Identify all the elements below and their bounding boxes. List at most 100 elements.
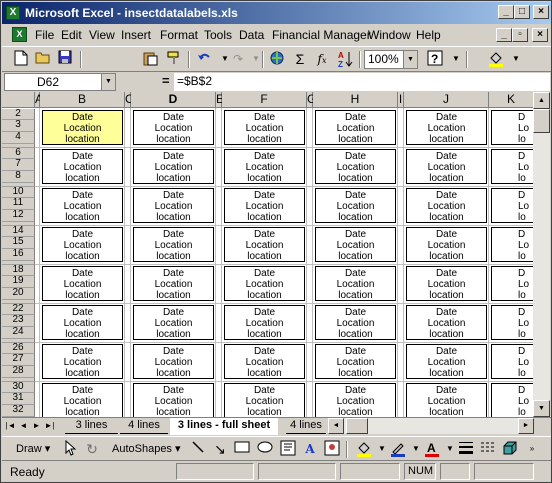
mailing-label-cell[interactable]: Date Location location bbox=[315, 149, 396, 184]
row-header[interactable]: 22 bbox=[2, 304, 35, 315]
mailing-label-cell[interactable]: Date Location location bbox=[133, 227, 214, 262]
autosum-icon[interactable]: Σ bbox=[290, 50, 310, 69]
row-header[interactable]: 11 bbox=[2, 198, 35, 210]
paste-icon[interactable] bbox=[140, 50, 160, 69]
mailing-label-cell[interactable]: Date Location location bbox=[406, 110, 487, 145]
formula-input[interactable]: =$B$2 bbox=[174, 73, 550, 91]
row-header[interactable]: 24 bbox=[2, 327, 35, 339]
mailing-label-cell[interactable]: Date Location location bbox=[42, 266, 123, 301]
sheet-tab-4-lines-2[interactable]: 4 lines bbox=[286, 418, 326, 434]
row-header[interactable]: 6 bbox=[2, 148, 35, 159]
mailing-label-cell[interactable]: Date Location location bbox=[406, 188, 487, 223]
chevron-down-icon[interactable]: ▼ bbox=[101, 74, 115, 90]
mailing-label-cell[interactable]: D Lo lo bbox=[491, 188, 533, 223]
menu-file[interactable]: File bbox=[35, 28, 54, 42]
row-header[interactable]: 26 bbox=[2, 343, 35, 354]
mailing-label-cell[interactable]: Date Location location bbox=[224, 305, 305, 340]
line-style-icon[interactable] bbox=[456, 440, 476, 459]
select-all-corner[interactable] bbox=[2, 92, 35, 108]
3d-style-icon[interactable] bbox=[500, 440, 520, 459]
dash-style-icon[interactable] bbox=[478, 440, 498, 459]
mailing-label-cell[interactable]: D Lo lo bbox=[491, 305, 533, 340]
function-icon[interactable]: fx bbox=[312, 50, 332, 69]
mailing-label-cell[interactable]: Date Location location bbox=[406, 266, 487, 301]
row-header[interactable]: 16 bbox=[2, 249, 35, 261]
mailing-label-cell[interactable]: Date Location location bbox=[315, 110, 396, 145]
wordart-icon[interactable]: A bbox=[300, 440, 320, 459]
open-folder-icon[interactable] bbox=[33, 50, 53, 69]
mailing-label-cell[interactable]: Date Location location bbox=[406, 305, 487, 340]
mailing-label-cell[interactable]: Date Location location bbox=[133, 149, 214, 184]
row-header[interactable]: 20 bbox=[2, 288, 35, 300]
column-header[interactable]: B bbox=[40, 92, 125, 108]
mailing-label-cell[interactable]: Date Location location bbox=[133, 344, 214, 379]
excel-app-icon[interactable]: X bbox=[6, 6, 20, 20]
row-header[interactable]: 8 bbox=[2, 171, 35, 183]
menu-financial-manager[interactable]: Financial Manager bbox=[272, 28, 371, 42]
mailing-label-cell[interactable]: D Lo lo bbox=[491, 266, 533, 301]
mailing-label-cell[interactable]: Date Location location bbox=[406, 344, 487, 379]
redo-icon[interactable]: ↷ bbox=[228, 50, 248, 69]
last-sheet-icon[interactable]: ►| bbox=[44, 419, 55, 433]
row-header[interactable]: 31 bbox=[2, 393, 35, 405]
mailing-label-cell[interactable]: Date Location location bbox=[315, 383, 396, 417]
menu-help[interactable]: Help bbox=[416, 28, 441, 42]
workbook-icon[interactable]: X bbox=[12, 27, 27, 42]
row-header[interactable]: 19 bbox=[2, 276, 35, 288]
mailing-label-cell[interactable]: Date Location location bbox=[315, 227, 396, 262]
first-sheet-icon[interactable]: |◄ bbox=[5, 419, 16, 433]
worksheet-grid[interactable]: A B C D E F G H I J K 2 3 4 Date Location location Date Lo… bbox=[2, 92, 533, 417]
mailing-label-cell[interactable]: Date Location location bbox=[133, 305, 214, 340]
fill-color-dropdown-icon[interactable]: ▼ bbox=[506, 50, 526, 69]
row-header[interactable]: 2 bbox=[2, 109, 35, 120]
workbook-close-button[interactable]: × bbox=[532, 28, 548, 42]
mailing-label-cell[interactable]: Date Location location bbox=[224, 110, 305, 145]
mailing-label-cell[interactable]: Date Location location bbox=[42, 110, 123, 145]
column-header[interactable]: F bbox=[222, 92, 307, 108]
mailing-label-cell[interactable]: Date Location location bbox=[406, 149, 487, 184]
draw-menu-button[interactable]: Draw ▾ bbox=[16, 440, 50, 459]
row-header[interactable]: 12 bbox=[2, 210, 35, 222]
fill-color-icon[interactable] bbox=[354, 440, 374, 459]
mailing-label-cell[interactable]: Date Location location bbox=[224, 149, 305, 184]
name-box[interactable]: D62 ▼ bbox=[4, 73, 116, 91]
workbook-minimize-button[interactable]: _ bbox=[496, 28, 512, 42]
mailing-label-cell[interactable]: Date Location location bbox=[406, 227, 487, 262]
arrow-tool-icon[interactable]: ↘ bbox=[210, 440, 230, 459]
mailing-label-cell[interactable]: Date Location location bbox=[42, 344, 123, 379]
workbook-restore-button[interactable]: ▫ bbox=[512, 28, 528, 42]
row-header[interactable]: 3 bbox=[2, 120, 35, 132]
column-header[interactable]: J bbox=[404, 92, 489, 108]
insert-hyperlink-icon[interactable] bbox=[267, 50, 287, 69]
mailing-label-cell[interactable]: Date Location location bbox=[42, 227, 123, 262]
new-document-icon[interactable] bbox=[11, 50, 31, 69]
sheet-tab-3-lines-full-sheet[interactable]: 3 lines - full sheet bbox=[170, 418, 278, 435]
row-header[interactable]: 30 bbox=[2, 382, 35, 393]
menu-window[interactable]: Window bbox=[368, 28, 411, 42]
prev-sheet-icon[interactable]: ◄ bbox=[18, 419, 29, 433]
row-header[interactable]: 10 bbox=[2, 187, 35, 198]
mailing-label-cell[interactable]: Date Location location bbox=[133, 110, 214, 145]
row-header[interactable]: 4 bbox=[2, 132, 35, 144]
help-icon[interactable]: ? bbox=[425, 50, 445, 69]
fill-color-icon[interactable] bbox=[486, 50, 506, 69]
zoom-combo[interactable]: 100% ▼ bbox=[364, 50, 418, 69]
scroll-up-arrow-icon[interactable]: ▲ bbox=[533, 92, 550, 109]
menu-format[interactable]: Format bbox=[160, 28, 198, 42]
mailing-label-cell[interactable]: Date Location location bbox=[224, 383, 305, 417]
save-icon[interactable] bbox=[55, 50, 75, 69]
horizontal-scroll-thumb[interactable] bbox=[346, 418, 368, 434]
select-pointer-icon[interactable] bbox=[60, 439, 80, 459]
mailing-label-cell[interactable]: Date Location location bbox=[133, 188, 214, 223]
minimize-button[interactable]: _ bbox=[498, 5, 514, 19]
mailing-label-cell[interactable]: Date Location location bbox=[315, 305, 396, 340]
column-header[interactable]: D bbox=[131, 92, 216, 108]
clipart-icon[interactable] bbox=[322, 440, 342, 459]
mailing-label-cell[interactable]: D Lo lo bbox=[491, 110, 533, 145]
autoshapes-menu-button[interactable]: AutoShapes ▾ bbox=[112, 440, 181, 459]
vertical-scroll-thumb[interactable] bbox=[533, 109, 550, 133]
menu-tools[interactable]: Tools bbox=[204, 28, 232, 42]
undo-icon[interactable] bbox=[194, 50, 214, 69]
scroll-down-arrow-icon[interactable]: ▼ bbox=[533, 400, 550, 417]
mailing-label-cell[interactable]: Date Location location bbox=[315, 344, 396, 379]
